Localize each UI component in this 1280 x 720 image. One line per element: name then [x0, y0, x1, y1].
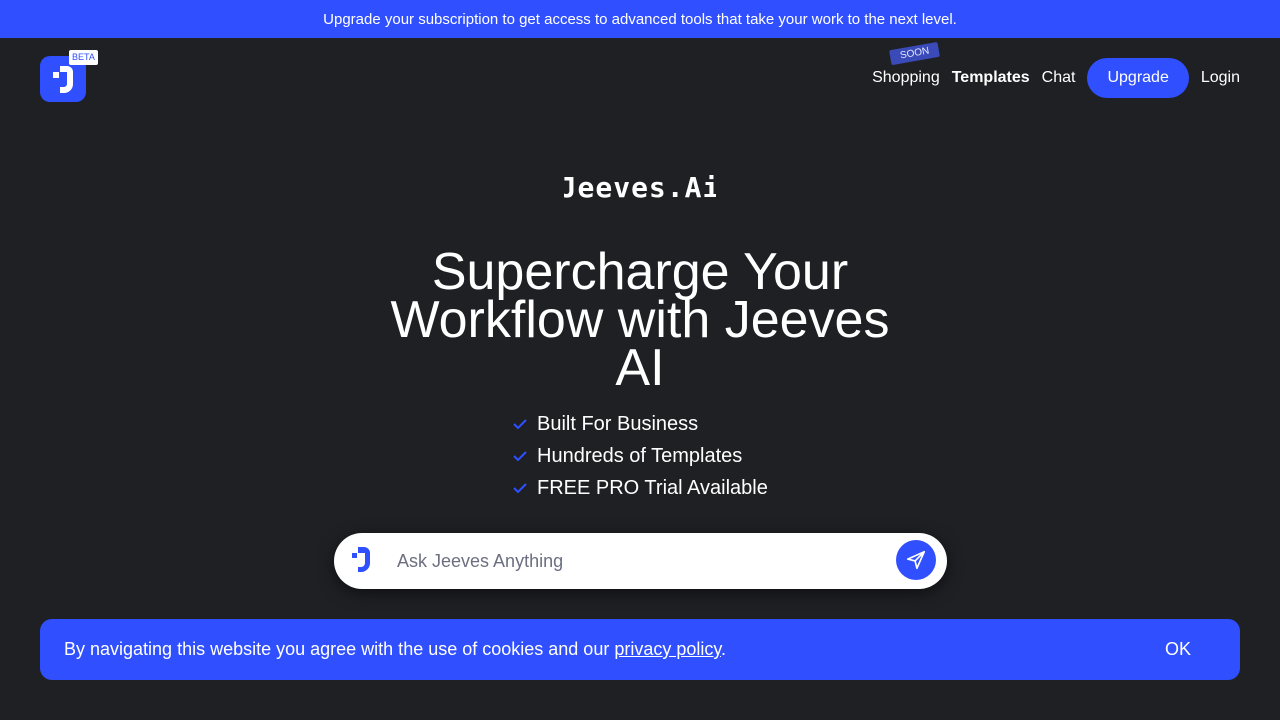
- cookie-banner: By navigating this website you agree wit…: [40, 619, 1240, 680]
- check-icon: [513, 451, 527, 462]
- check-icon: [513, 483, 527, 494]
- nav-shopping[interactable]: Shopping: [872, 69, 940, 87]
- feature-item: FREE PRO Trial Available: [510, 472, 768, 504]
- privacy-policy-link[interactable]: privacy policy: [614, 639, 721, 659]
- site-header: BETA SOON Shopping Templates Chat Upgrad…: [0, 31, 1280, 118]
- wordmark-text: Jeeves.Ai: [564, 175, 716, 201]
- cookie-text: By navigating this website you agree wit…: [64, 639, 726, 660]
- wordmark-graphic: Jeeves.Ai: [564, 175, 716, 201]
- feature-text: Hundreds of Templates: [537, 444, 743, 467]
- jeeves-logo-icon: [352, 547, 370, 572]
- check-icon: [513, 419, 527, 430]
- search-bar[interactable]: [334, 533, 947, 589]
- feature-list: Built For Business Hundreds of Templates…: [510, 408, 768, 504]
- feature-item: Hundreds of Templates: [510, 440, 768, 472]
- cookie-ok-button[interactable]: OK: [1140, 629, 1216, 669]
- cookie-text-suffix: .: [721, 639, 727, 659]
- login-link[interactable]: Login: [1201, 69, 1240, 87]
- jeeves-wordmark-logo: Jeeves.Ai: [540, 170, 740, 206]
- feature-text: Built For Business: [537, 412, 699, 435]
- feature-item: Built For Business: [510, 408, 768, 440]
- feature-text: FREE PRO Trial Available: [537, 476, 768, 499]
- cookie-text-prefix: By navigating this website you agree wit…: [64, 639, 615, 659]
- send-button[interactable]: [896, 540, 936, 580]
- nav-chat[interactable]: Chat: [1042, 69, 1076, 87]
- send-icon: [906, 550, 926, 570]
- beta-badge: BETA: [69, 50, 98, 65]
- hero-headline: Supercharge Your Workflow with Jeeves AI: [390, 243, 890, 397]
- main-nav: Shopping Templates Chat Upgrade Login: [872, 31, 1240, 98]
- upgrade-button[interactable]: Upgrade: [1087, 58, 1189, 98]
- search-input[interactable]: [397, 533, 887, 589]
- active-tab-indicator: [951, 31, 1030, 35]
- nav-templates-label: Templates: [951, 69, 1030, 86]
- nav-templates[interactable]: Templates: [951, 31, 1030, 87]
- promo-banner-text[interactable]: Upgrade your subscription to get access …: [323, 11, 957, 28]
- promo-banner[interactable]: Upgrade your subscription to get access …: [0, 0, 1280, 38]
